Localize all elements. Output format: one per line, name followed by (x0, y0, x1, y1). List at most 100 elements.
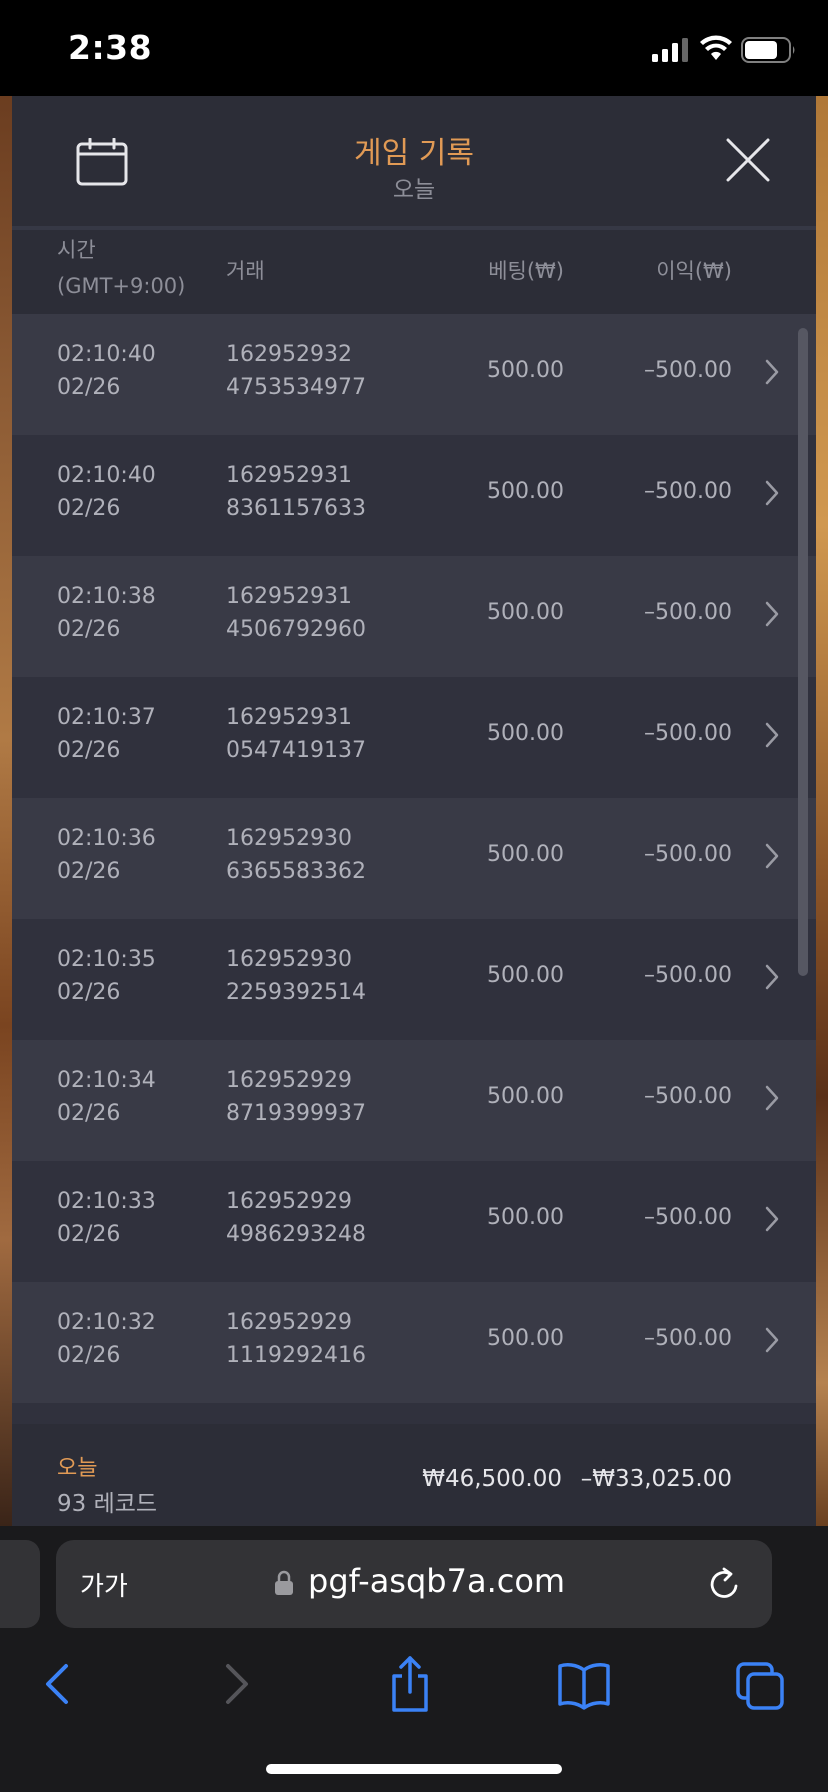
row-trade-id-part2: 2259392514 (226, 980, 366, 1005)
lock-icon (275, 1570, 293, 1595)
history-row[interactable]: 02:10:34 02/26 162952929 8719399937 500.… (12, 1040, 816, 1161)
row-trade-id-part1: 162952930 (226, 826, 352, 851)
row-trade-id-part1: 162952931 (226, 584, 352, 609)
tabs-icon[interactable] (734, 1654, 788, 1714)
row-bet: 500.00 (487, 600, 564, 625)
panel-subtitle: 오늘 (392, 177, 436, 203)
row-time: 02:10:37 (57, 705, 156, 730)
row-trade-id-part1: 162952929 (226, 1068, 352, 1093)
reader-settings-button[interactable]: 가가 (80, 1566, 128, 1603)
cellular-signal-icon (652, 38, 688, 62)
row-date: 02/26 (57, 980, 121, 1005)
row-time: 02:10:32 (57, 1310, 156, 1335)
footer-total-bet: ₩46,500.00 (422, 1466, 562, 1492)
row-trade-id-part2: 4506792960 (226, 617, 366, 642)
share-icon[interactable] (386, 1654, 434, 1714)
reload-icon[interactable] (708, 1566, 742, 1602)
row-date: 02/26 (57, 1222, 121, 1247)
row-bet: 500.00 (487, 1205, 564, 1230)
footer-period: 오늘 (57, 1456, 98, 1481)
address-bar[interactable]: 가가 pgf-asqb7a.com (56, 1540, 772, 1628)
wifi-icon (700, 35, 732, 60)
bookmarks-icon[interactable] (556, 1654, 612, 1714)
row-profit: –500.00 (644, 1205, 732, 1230)
row-trade-id-part2: 1119292416 (226, 1343, 366, 1368)
row-profit: –500.00 (644, 963, 732, 988)
previous-tab-stub[interactable] (0, 1540, 40, 1628)
status-time: 2:38 (68, 28, 153, 67)
history-row[interactable]: 02:10:40 02/26 162952931 8361157633 500.… (12, 435, 816, 556)
row-profit: –500.00 (644, 1084, 732, 1109)
row-profit: –500.00 (644, 479, 732, 504)
row-time: 02:10:35 (57, 947, 156, 972)
row-bet: 500.00 (487, 1084, 564, 1109)
row-trade-id-part1: 162952932 (226, 342, 352, 367)
footer-record-count: 93 레코드 (57, 1491, 158, 1517)
status-bar: 2:38 (0, 0, 828, 96)
chevron-right-icon (765, 480, 779, 506)
chevron-right-icon (765, 601, 779, 627)
history-row-partial[interactable] (12, 1403, 816, 1424)
row-date: 02/26 (57, 738, 121, 763)
forward-icon[interactable] (218, 1654, 254, 1714)
panel-header: 게임 기록 오늘 (12, 96, 816, 230)
row-trade-id-part1: 162952929 (226, 1189, 352, 1214)
chevron-right-icon (765, 964, 779, 990)
home-indicator[interactable] (266, 1764, 562, 1774)
list-scrollbar[interactable] (798, 328, 808, 976)
row-profit: –500.00 (644, 358, 732, 383)
row-trade-id-part2: 4753534977 (226, 375, 366, 400)
game-history-panel: 게임 기록 오늘 시간 (GMT+9:00) 거래 베팅(₩) 이익(₩) 02… (12, 96, 816, 1526)
close-icon[interactable] (724, 136, 772, 184)
row-trade-id-part1: 162952930 (226, 947, 352, 972)
chevron-right-icon (765, 359, 779, 385)
row-time: 02:10:40 (57, 342, 156, 367)
row-profit: –500.00 (644, 1326, 732, 1351)
chevron-right-icon (765, 1206, 779, 1232)
row-time: 02:10:36 (57, 826, 156, 851)
chevron-right-icon (765, 1085, 779, 1111)
row-time: 02:10:33 (57, 1189, 156, 1214)
row-trade-id-part2: 4986293248 (226, 1222, 366, 1247)
browser-toolbar: 가가 pgf-asqb7a.com (0, 1526, 828, 1792)
history-row[interactable]: 02:10:36 02/26 162952930 6365583362 500.… (12, 798, 816, 919)
row-date: 02/26 (57, 617, 121, 642)
summary-footer: 오늘 93 레코드 ₩46,500.00 –₩33,025.00 (12, 1424, 816, 1526)
row-profit: –500.00 (644, 842, 732, 867)
history-row[interactable]: 02:10:37 02/26 162952931 0547419137 500.… (12, 677, 816, 798)
row-trade-id-part2: 6365583362 (226, 859, 366, 884)
column-profit-label: 이익(₩) (656, 259, 732, 283)
column-bet-label: 베팅(₩) (488, 259, 564, 283)
column-time-label: 시간 (57, 238, 96, 262)
column-trade-label: 거래 (226, 259, 265, 283)
row-trade-id-part1: 162952931 (226, 463, 352, 488)
column-header: 시간 (GMT+9:00) 거래 베팅(₩) 이익(₩) (12, 234, 816, 314)
row-date: 02/26 (57, 859, 121, 884)
row-time: 02:10:38 (57, 584, 156, 609)
row-trade-id-part2: 8361157633 (226, 496, 366, 521)
chevron-right-icon (765, 1327, 779, 1353)
url-text[interactable]: pgf-asqb7a.com (308, 1562, 565, 1600)
row-bet: 500.00 (487, 963, 564, 988)
row-trade-id-part1: 162952931 (226, 705, 352, 730)
chevron-right-icon (765, 722, 779, 748)
row-bet: 500.00 (487, 721, 564, 746)
history-row[interactable]: 02:10:40 02/26 162952932 4753534977 500.… (12, 314, 816, 435)
back-icon[interactable] (40, 1654, 76, 1714)
row-date: 02/26 (57, 1343, 121, 1368)
history-row[interactable]: 02:10:33 02/26 162952929 4986293248 500.… (12, 1161, 816, 1282)
footer-total-profit: –₩33,025.00 (580, 1466, 732, 1492)
history-row[interactable]: 02:10:32 02/26 162952929 1119292416 500.… (12, 1282, 816, 1403)
row-time: 02:10:34 (57, 1068, 156, 1093)
chevron-right-icon (765, 843, 779, 869)
row-trade-id-part2: 0547419137 (226, 738, 366, 763)
column-time-zone: (GMT+9:00) (57, 274, 186, 298)
row-bet: 500.00 (487, 479, 564, 504)
row-time: 02:10:40 (57, 463, 156, 488)
history-list[interactable]: 02:10:40 02/26 162952932 4753534977 500.… (12, 314, 816, 1424)
history-row[interactable]: 02:10:35 02/26 162952930 2259392514 500.… (12, 919, 816, 1040)
row-date: 02/26 (57, 496, 121, 521)
history-row[interactable]: 02:10:38 02/26 162952931 4506792960 500.… (12, 556, 816, 677)
row-trade-id-part2: 8719399937 (226, 1101, 366, 1126)
row-date: 02/26 (57, 375, 121, 400)
